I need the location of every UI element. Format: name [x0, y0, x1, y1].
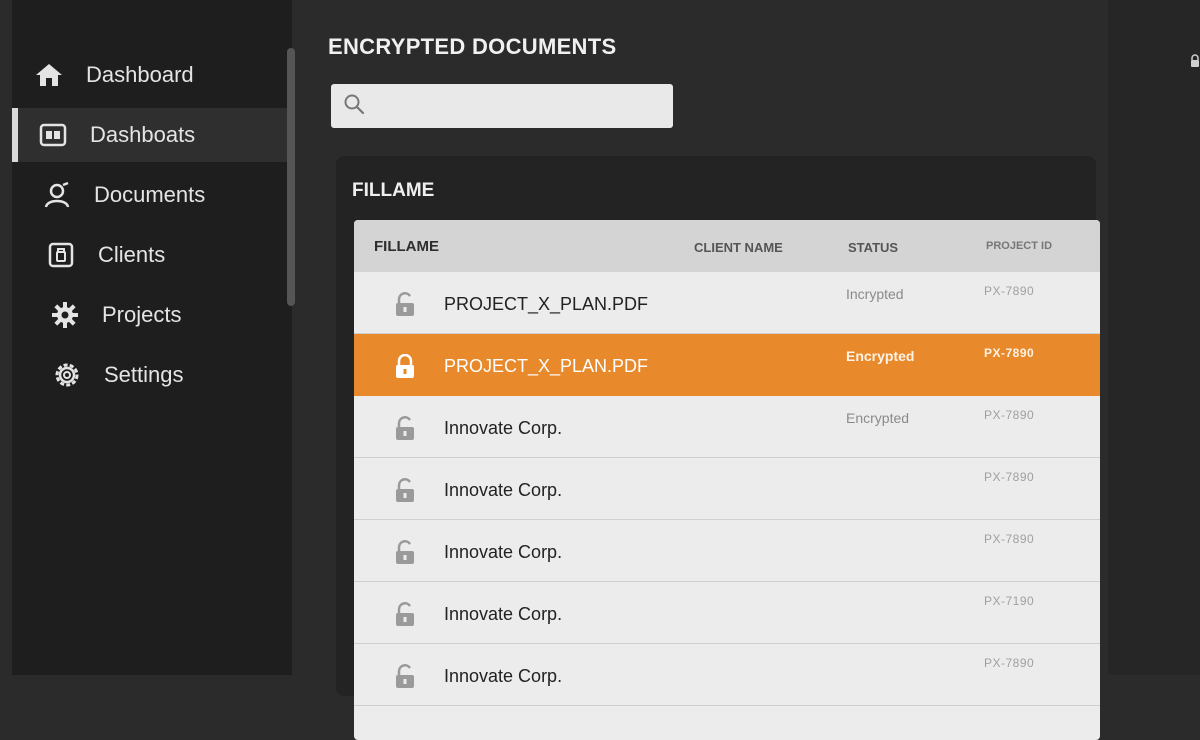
project-id: PX-7190 [984, 594, 1035, 608]
file-name: Innovate Corp. [444, 542, 563, 562]
file-name: PROJECT_X_PLAN.PDF [444, 356, 649, 376]
settings-icon [52, 360, 82, 390]
lock-open-icon [394, 292, 416, 318]
sidebar-item-clients[interactable]: Clients [12, 228, 292, 282]
sidebar-item-label: Dashboats [90, 122, 196, 147]
home-icon [34, 60, 64, 90]
gear-icon [50, 300, 80, 330]
table-row[interactable]: Innovate Corp. PX-7890 [354, 644, 1100, 706]
sidebar-item-dashboard[interactable]: Dashboard [12, 48, 292, 102]
search-icon [343, 93, 365, 120]
table-row[interactable]: Innovate Corp. Encrypted PX-7890 [354, 396, 1100, 458]
lock-icon [394, 353, 416, 380]
project-id: PX-7890 [984, 284, 1035, 298]
project-id: PX-7890 [984, 656, 1035, 670]
lock-open-icon [394, 416, 416, 442]
table-header: FILLAME CLIENT NAME STATUS PROJECT ID [354, 220, 1100, 272]
dashboard-icon [38, 120, 68, 150]
column-header-client-name[interactable]: CLIENT NAME [694, 240, 783, 255]
table-row[interactable]: Innovate Corp. PX-7890 [354, 520, 1100, 582]
status-text: Encrypted [846, 410, 910, 426]
status-text: Encrypted [846, 348, 915, 364]
file-name: Innovate Corp. [444, 604, 563, 624]
search-box[interactable] [331, 84, 673, 128]
table-row[interactable]: PROJECT_X_PLAN.PDF Incrypted PX-7890 [354, 272, 1100, 334]
table-row-selected[interactable]: PROJECT_X_PLAN.PDF Encrypted PX-7890 [354, 334, 1100, 396]
file-name: Innovate Corp. [444, 480, 563, 500]
sidebar-item-label: Documents [94, 182, 206, 207]
user-icon [42, 180, 72, 210]
project-id: PX-7890 [984, 532, 1035, 546]
sidebar-item-documents[interactable]: Documents [12, 168, 292, 222]
file-name: Innovate Corp. [444, 666, 563, 686]
documents-panel: FILLAME FILLAME CLIENT NAME STATUS PROJE… [336, 156, 1100, 740]
file-name: PROJECT_X_PLAN.PDF [444, 294, 649, 314]
lock-open-icon [394, 478, 416, 504]
status-text: Incrypted [846, 286, 904, 302]
sidebar-item-projects[interactable]: Projects [12, 288, 292, 342]
lock-open-icon [394, 540, 416, 566]
file-name: Innovate Corp. [444, 418, 563, 438]
documents-table: FILLAME CLIENT NAME STATUS PROJECT ID PR… [354, 220, 1100, 740]
clients-icon [46, 240, 76, 270]
lock-open-icon [394, 602, 416, 628]
sidebar-item-label: Dashboard [86, 62, 194, 87]
page-title: ENCRYPTED DOCUMENTS [328, 34, 617, 59]
column-header-status[interactable]: STATUS [848, 240, 898, 255]
sidebar: Dashboard Dashboats Documents Clients Pr… [12, 0, 292, 675]
table-row[interactable]: Innovate Corp. PX-7890 [354, 458, 1100, 520]
lock-open-icon [394, 664, 416, 690]
main-content: ENCRYPTED DOCUMENTS FILLAME FILLAME CLIE… [300, 0, 1200, 740]
project-id: PX-7890 [984, 408, 1035, 422]
column-header-project-id[interactable]: PROJECT ID [986, 240, 1052, 252]
sidebar-item-label: Clients [98, 242, 166, 267]
column-header-filename[interactable]: FILLAME [374, 238, 439, 255]
sidebar-item-label: Projects [102, 302, 182, 327]
project-id: PX-7890 [984, 346, 1035, 360]
table-row[interactable]: Innovate Corp. PX-7190 [354, 582, 1100, 644]
search-input[interactable] [373, 87, 667, 125]
sidebar-item-dashboats[interactable]: Dashboats [12, 108, 292, 162]
project-id: PX-7890 [984, 470, 1035, 484]
lock-icon [1190, 54, 1200, 68]
sidebar-scrollbar[interactable] [287, 48, 295, 306]
panel-title: FILLAME [352, 180, 435, 201]
window-edge [1108, 0, 1200, 675]
sidebar-item-label: Settings [104, 362, 184, 387]
sidebar-item-settings[interactable]: Settings [12, 348, 292, 402]
